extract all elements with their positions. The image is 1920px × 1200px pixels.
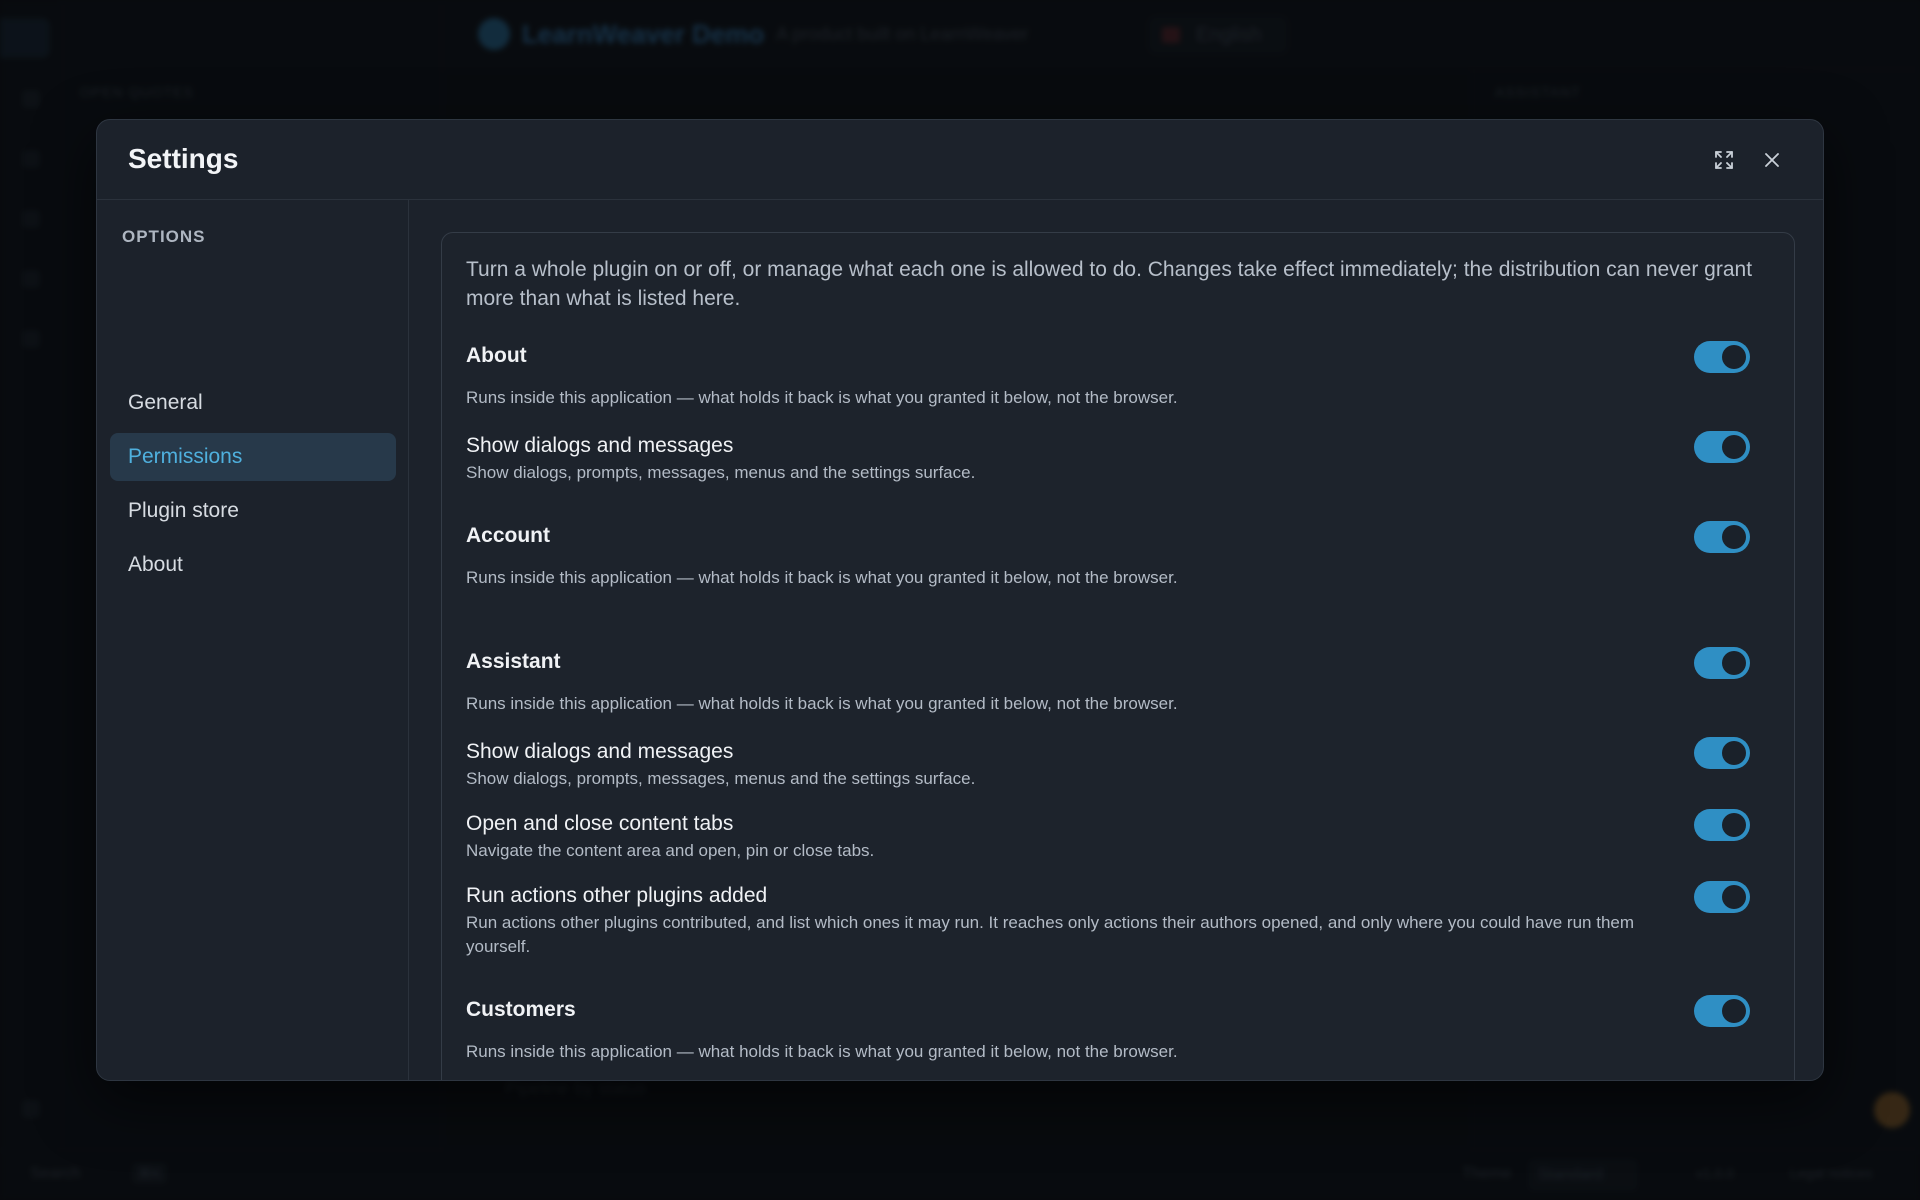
plugin-description: Runs inside this application — what hold… [466, 1042, 1178, 1061]
plugin-description: Runs inside this application — what hold… [466, 568, 1178, 587]
settings-dialog: Settings OPTIONS General Permissions Plu… [96, 119, 1824, 1081]
plugin-toggle-assistant[interactable] [1694, 647, 1750, 679]
permission-description: Show dialogs, prompts, messages, menus a… [466, 769, 976, 788]
permission-toggle[interactable] [1694, 881, 1750, 913]
permission-toggle[interactable] [1694, 809, 1750, 841]
options-section-label: OPTIONS [122, 227, 206, 246]
permission-description: Navigate the content area and open, pin … [466, 841, 875, 860]
permission-row: Show dialogs and messages Show dialogs, … [466, 739, 1770, 791]
permission-title: Run actions other plugins added [466, 884, 768, 907]
plugin-row-customers: Customers Runs inside this application —… [466, 997, 1770, 1064]
expand-icon [1715, 151, 1733, 169]
close-button[interactable] [1756, 144, 1788, 176]
plugin-description: Runs inside this application — what hold… [466, 388, 1178, 407]
permissions-panel: Turn a whole plugin on or off, or manage… [441, 232, 1795, 1080]
permission-title: Show dialogs and messages [466, 740, 734, 763]
permission-description: Show dialogs, prompts, messages, menus a… [466, 463, 976, 482]
plugin-title: Assistant [466, 650, 561, 673]
settings-content: Turn a whole plugin on or off, or manage… [409, 200, 1823, 1080]
permission-title: Show dialogs and messages [466, 434, 734, 457]
plugin-toggle-customers[interactable] [1694, 995, 1750, 1027]
permission-title: Open and close content tabs [466, 812, 734, 835]
nav-item-about[interactable]: About [110, 541, 396, 589]
nav-item-plugin-store[interactable]: Plugin store [110, 487, 396, 535]
plugin-title: About [466, 344, 527, 367]
plugin-title: Customers [466, 998, 576, 1021]
plugin-row-assistant: Assistant Runs inside this application —… [466, 649, 1770, 716]
plugin-row-account: Account Runs inside this application — w… [466, 523, 1770, 590]
permission-row: Open and close content tabs Navigate the… [466, 811, 1770, 863]
dialog-title: Settings [128, 143, 239, 174]
permission-row: Run actions other plugins added Run acti… [466, 883, 1770, 959]
expand-button[interactable] [1708, 144, 1740, 176]
dialog-header: Settings [97, 120, 1823, 200]
permission-toggle[interactable] [1694, 737, 1750, 769]
plugin-toggle-account[interactable] [1694, 521, 1750, 553]
plugin-title: Account [466, 524, 550, 547]
permission-toggle[interactable] [1694, 431, 1750, 463]
nav-item-general[interactable]: General [110, 379, 396, 427]
close-icon [1765, 153, 1779, 167]
plugin-toggle-about[interactable] [1694, 341, 1750, 373]
permission-description: Run actions other plugins contributed, a… [466, 913, 1635, 956]
permissions-intro: Turn a whole plugin on or off, or manage… [466, 258, 1753, 310]
nav-item-permissions[interactable]: Permissions [110, 433, 396, 481]
plugin-description: Runs inside this application — what hold… [466, 694, 1178, 713]
settings-sidebar [97, 200, 409, 1080]
permission-row: Show dialogs and messages Show dialogs, … [466, 433, 1770, 485]
plugin-row-about: About Runs inside this application — wha… [466, 343, 1770, 410]
